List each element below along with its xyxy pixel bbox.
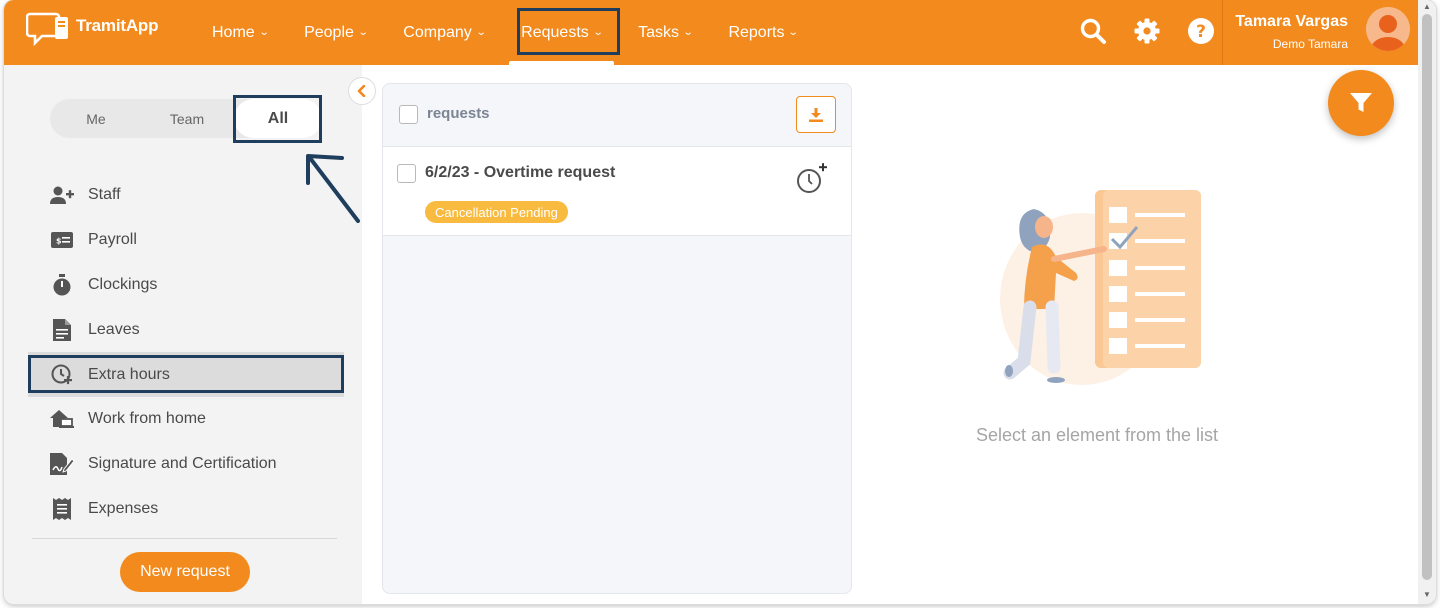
row-checkbox[interactable] [397,164,416,183]
sidebar-divider [32,538,337,539]
new-request-button[interactable]: New request [120,552,250,592]
scope-tab-me[interactable]: Me [50,99,142,138]
download-icon [809,107,823,122]
request-title: 6/2/23 - Overtime request [425,164,616,181]
home-laptop-icon [50,407,74,431]
nav-people[interactable]: People ⌄ [296,0,375,65]
sidebar-item-staff[interactable]: Staff [28,173,344,218]
logo-text: TramitApp [76,16,159,35]
svg-text:$: $ [56,237,62,246]
user-name: Tamara Vargas [1235,13,1348,30]
gear-icon[interactable] [1130,14,1164,48]
svg-text:?: ? [1196,22,1206,42]
download-button[interactable] [796,96,836,133]
sidebar-item-leaves[interactable]: Leaves [28,307,344,352]
logo-icon [25,11,74,49]
sidebar-item-label: Extra hours [88,365,170,383]
table-row[interactable]: 6/2/23 - Overtime request Cancellation P… [383,146,851,236]
scroll-up-arrow-icon[interactable]: ▲ [1422,2,1432,12]
signature-icon [50,452,74,476]
user-company: Demo Tamara [1272,37,1348,51]
sidebar-item-label: Clockings [88,275,158,293]
filter-button[interactable] [1328,70,1394,136]
chevron-down-icon: ⌄ [788,27,800,38]
scope-toggle: Me Team All [50,99,322,138]
help-icon[interactable]: ? [1184,14,1218,48]
main-nav: Home ⌄ People ⌄ Company ⌄ Requests ⌄ Tasks ⌄ … [204,0,826,65]
sidebar-item-expenses[interactable]: Expenses [28,487,344,532]
nav-tasks-label: Tasks [638,23,680,41]
list-header: requests [383,84,851,146]
chevron-down-icon: ⌄ [357,27,369,38]
app-logo[interactable]: TramitApp [25,11,159,49]
payroll-icon: $ [50,228,74,252]
add-user-icon [50,183,74,207]
sidebar-item-label: Leaves [88,320,140,338]
document-icon [50,318,74,342]
main-content: requests 6/2/23 - Overtime request Cance… [362,65,1418,604]
request-type-menu: Staff $ Payroll Clockings Leaves Extra h… [28,173,344,531]
chevron-down-icon: ⌄ [682,27,694,38]
sidebar-item-label: Staff [88,186,121,204]
stopwatch-icon [50,273,74,297]
chevron-down-icon: ⌄ [475,27,487,38]
scope-tab-me-label: Me [86,110,106,127]
sidebar-item-signature[interactable]: Signature and Certification [28,442,344,487]
receipt-icon [50,497,74,521]
list-title: requests [427,105,490,122]
nav-company-label: Company [403,23,472,41]
requests-list-panel: requests 6/2/23 - Overtime request Cance… [382,83,852,594]
chevron-left-icon[interactable] [348,77,376,105]
scope-tab-all[interactable]: All [234,99,322,138]
sidebar-item-label: Work from home [88,410,206,428]
user-avatar-icon[interactable] [1366,7,1410,51]
user-menu[interactable]: Tamara Vargas Demo Tamara [1222,0,1418,65]
sidebar-item-label: Signature and Certification [88,455,277,473]
top-navbar: TramitApp Home ⌄ People ⌄ Company ⌄ Request… [4,0,1418,65]
sidebar-item-label: Payroll [88,231,137,249]
app-window: TramitApp Home ⌄ People ⌄ Company ⌄ Request… [4,0,1436,604]
scope-tab-team[interactable]: Team [142,99,232,138]
filter-icon [1350,93,1372,112]
select-all-checkbox[interactable] [399,105,418,124]
page-scrollbar[interactable]: ▲ ▼ [1418,0,1436,604]
scope-tab-team-label: Team [169,110,205,127]
nav-tasks[interactable]: Tasks ⌄ [630,0,700,65]
sidebar-item-label: Expenses [88,499,159,517]
search-icon[interactable] [1076,14,1110,48]
nav-home-label: Home [212,23,255,41]
header-actions: ? [1076,14,1218,48]
scrollbar-thumb[interactable] [1422,14,1432,580]
sidebar-item-work-from-home[interactable]: Work from home [28,397,344,442]
nav-requests-label: Requests [521,23,589,41]
nav-reports[interactable]: Reports ⌄ [720,0,805,65]
empty-state-message: Select an element from the list [975,425,1219,445]
nav-reports-label: Reports [728,23,785,41]
checklist-illustration [1000,190,1201,385]
chevron-down-icon: ⌄ [258,27,270,38]
sidebar: Me Team All Staff $ Payroll Clockings Le… [4,65,362,604]
nav-home[interactable]: Home ⌄ [204,0,276,65]
chevron-down-icon: ⌄ [592,27,604,38]
status-badge: Cancellation Pending [425,201,568,223]
sidebar-item-payroll[interactable]: $ Payroll [28,218,344,263]
nav-requests[interactable]: Requests ⌄ [509,0,615,65]
clock-plus-icon [795,161,829,195]
nav-company[interactable]: Company ⌄ [395,0,493,65]
scope-tab-all-label: All [267,109,289,127]
clock-plus-icon [50,363,74,387]
nav-people-label: People [304,23,354,41]
scroll-down-arrow-icon[interactable]: ▼ [1422,590,1432,600]
sidebar-item-clockings[interactable]: Clockings [28,263,344,308]
sidebar-item-extra-hours[interactable]: Extra hours [28,352,344,397]
